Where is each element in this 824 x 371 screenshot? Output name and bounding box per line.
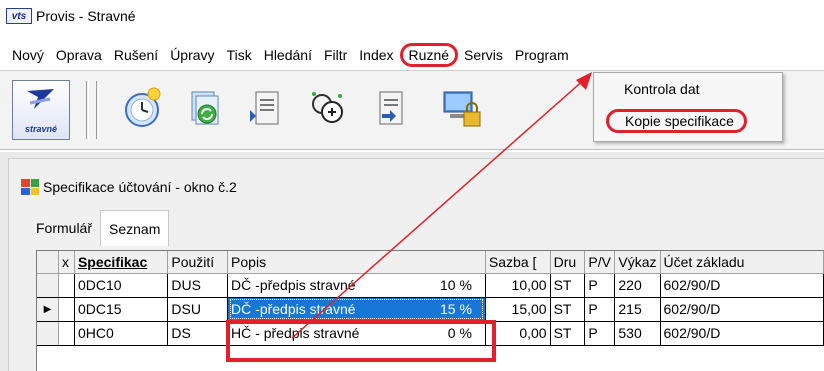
row-indicator	[37, 321, 60, 346]
menu-ruzne[interactable]: Ruzné	[399, 43, 459, 67]
cell-x[interactable]	[58, 297, 75, 322]
cell-sazba[interactable]: 0,00	[485, 321, 551, 346]
specification-grid[interactable]: x Specifikac Použití Popis Sazba [ Dru P…	[36, 250, 824, 371]
cell-ucet-zakladu[interactable]: 602/90/D	[660, 297, 824, 322]
cell-specifikace[interactable]: 0DC15	[74, 297, 169, 322]
row-indicator	[37, 273, 60, 298]
coins-button[interactable]	[306, 85, 350, 131]
menu-servis[interactable]: Servis	[458, 44, 509, 66]
cell-druh[interactable]: ST	[550, 297, 586, 322]
column-header-pouziti[interactable]: Použití	[167, 251, 229, 274]
cell-ucet-zakladu[interactable]: 602/90/D	[660, 273, 824, 298]
document-import-button[interactable]	[368, 85, 412, 131]
child-window-title-text: Specifikace účtování - okno č.2	[43, 179, 237, 195]
stravne-logo-button[interactable]: stravné	[12, 80, 70, 140]
menu-hledani[interactable]: Hledání	[258, 44, 318, 66]
cell-druh[interactable]: ST	[550, 273, 586, 298]
cell-pv[interactable]: P	[584, 273, 616, 298]
locked-computer-icon	[443, 91, 481, 127]
menu-novy[interactable]: Nový	[6, 44, 50, 66]
cell-druh[interactable]: ST	[550, 321, 586, 346]
cell-popis[interactable]: DČ -předpis stravné 10 %	[227, 273, 486, 298]
tab-strip: Formulář Seznam	[28, 210, 170, 246]
menu-index[interactable]: Index	[353, 44, 399, 66]
cell-popis-percent: 15 %	[440, 301, 472, 317]
refresh-document-icon	[191, 91, 219, 125]
child-window-title: Specifikace účtování - okno č.2	[21, 179, 237, 195]
cell-pouziti[interactable]: DSU	[167, 297, 229, 322]
cell-popis-text: DČ -předpis stravné	[231, 277, 356, 293]
menu-item-kontrola-dat[interactable]: Kontrola dat	[624, 81, 700, 97]
document-list-icon	[250, 91, 279, 125]
window-icon	[21, 179, 39, 195]
tab-seznam[interactable]: Seznam	[100, 210, 170, 246]
coins-icon	[312, 92, 343, 123]
menu-upravy[interactable]: Úpravy	[164, 44, 220, 66]
stravne-logo-icon	[24, 87, 58, 118]
refresh-document-button[interactable]	[182, 85, 226, 131]
column-header-sazba[interactable]: Sazba [	[485, 251, 551, 274]
app-logo-icon: vts	[6, 8, 32, 24]
cell-popis[interactable]: HČ - předpis stravné 0 %	[227, 321, 486, 346]
column-header-x[interactable]: x	[58, 251, 75, 274]
column-header-specifikace[interactable]: Specifikac	[74, 251, 169, 274]
clock-sun-icon	[125, 87, 161, 127]
menu-ruseni[interactable]: Rušení	[108, 44, 164, 66]
locked-computer-button[interactable]	[440, 85, 484, 131]
toolbar-separator	[86, 81, 89, 139]
table-row[interactable]: ▶ 0DC15 DSU DČ -předpis stravné 15 % 15,00 ST P…	[37, 297, 824, 322]
cell-pv[interactable]: P	[584, 321, 616, 346]
cell-specifikace[interactable]: 0HC0	[74, 321, 169, 346]
menu-tisk[interactable]: Tisk	[221, 44, 258, 66]
ruzne-dropdown-menu: Kontrola dat Kopie specifikace	[593, 72, 783, 142]
cell-popis[interactable]: DČ -předpis stravné 15 %	[227, 297, 486, 322]
table-row[interactable]: 0DC10 DUS DČ -předpis stravné 10 % 10,00 ST P 2…	[37, 273, 824, 298]
cell-popis-percent: 0 %	[447, 325, 472, 341]
cell-sazba[interactable]: 15,00	[485, 297, 551, 322]
cell-vykaz[interactable]: 530	[614, 321, 661, 346]
tab-formular[interactable]: Formulář	[28, 216, 100, 244]
column-header-pv[interactable]: P/V	[584, 251, 616, 274]
column-header-ucet-zakladu[interactable]: Účet základu	[660, 251, 824, 274]
title-bar: vts Provis - Stravné	[0, 0, 824, 32]
cell-vykaz[interactable]: 215	[614, 297, 661, 322]
cell-popis-text: DČ -předpis stravné	[231, 301, 356, 317]
stravne-logo-label: stravné	[24, 123, 58, 134]
cell-x[interactable]	[58, 273, 75, 298]
cell-pv[interactable]: P	[584, 297, 616, 322]
cell-sazba[interactable]: 10,00	[485, 273, 551, 298]
cell-popis-percent: 10 %	[440, 277, 472, 293]
menu-item-kopie-specifikace[interactable]: Kopie specifikace	[606, 109, 747, 133]
column-header-vykaz[interactable]: Výkaz	[614, 251, 661, 274]
cell-popis-text: HČ - předpis stravné	[231, 325, 360, 341]
cell-pouziti[interactable]: DS	[167, 321, 229, 346]
toolbar-separator	[96, 81, 99, 139]
row-indicator-header	[37, 251, 60, 274]
column-header-popis[interactable]: Popis	[227, 251, 486, 274]
row-indicator: ▶	[37, 297, 60, 322]
cell-specifikace[interactable]: 0DC10	[74, 273, 169, 298]
table-row[interactable]: 0HC0 DS HČ - předpis stravné 0 % 0,00 ST P 530 6…	[37, 321, 824, 346]
cell-ucet-zakladu[interactable]: 602/90/D	[660, 321, 824, 346]
cell-x[interactable]	[58, 321, 75, 346]
cell-vykaz[interactable]: 220	[614, 273, 661, 298]
cell-pouziti[interactable]: DUS	[167, 273, 229, 298]
menu-bar: Nový Oprava Rušení Úpravy Tisk Hledání Filtr In…	[0, 42, 824, 68]
menu-oprava[interactable]: Oprava	[50, 44, 108, 66]
window-title: Provis - Stravné	[36, 8, 136, 24]
menu-filtr[interactable]: Filtr	[318, 44, 353, 66]
column-header-druh[interactable]: Dru	[550, 251, 586, 274]
document-list-button[interactable]	[244, 85, 288, 131]
menu-program[interactable]: Program	[509, 44, 575, 66]
clock-sun-button[interactable]	[120, 85, 164, 131]
grid-header-row: x Specifikac Použití Popis Sazba [ Dru P…	[37, 251, 824, 274]
document-import-icon	[379, 91, 403, 125]
